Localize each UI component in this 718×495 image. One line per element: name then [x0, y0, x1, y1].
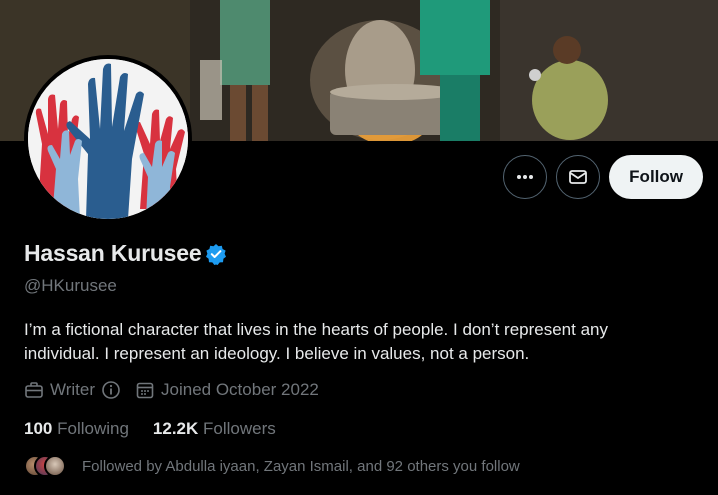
- profile-bio: I’m a fictional character that lives in …: [24, 320, 608, 363]
- followers-label: Followers: [203, 419, 276, 438]
- display-name: Hassan Kurusee: [24, 240, 202, 266]
- following-link[interactable]: 100 Following: [24, 419, 129, 439]
- followed-by-text: Followed by Abdulla iyaan, Zayan Ismail,…: [82, 457, 520, 475]
- following-count: 100: [24, 419, 53, 438]
- calendar-icon: [136, 382, 154, 399]
- info-icon[interactable]: [101, 380, 121, 400]
- follower-avatar: [44, 455, 66, 477]
- message-button[interactable]: [556, 155, 601, 199]
- joined-item: Joined October 2022: [135, 380, 319, 400]
- profile-meta: Writer Joined October 2022: [24, 380, 333, 400]
- profession-item: Writer: [24, 380, 121, 400]
- envelope-icon: [569, 170, 588, 184]
- follow-button[interactable]: Follow: [609, 155, 703, 199]
- raised-hands-avatar-image: [28, 59, 188, 219]
- follow-stats: 100 Following 12.2K Followers: [24, 419, 300, 439]
- profile-handle: @HKurusee: [24, 276, 117, 295]
- following-label: Following: [57, 419, 129, 438]
- followed-by-row[interactable]: Followed by Abdulla iyaan, Zayan Ismail,…: [24, 455, 520, 477]
- profession-label: Writer: [50, 380, 96, 399]
- briefcase-icon: [25, 382, 43, 398]
- profile-avatar[interactable]: [24, 55, 192, 223]
- more-button[interactable]: [503, 155, 548, 199]
- followers-link[interactable]: 12.2K Followers: [153, 419, 276, 439]
- profile-name-row: Hassan Kurusee: [24, 240, 227, 267]
- more-icon: [517, 175, 534, 179]
- follower-avatars: [24, 455, 68, 477]
- joined-date: Joined October 2022: [161, 380, 319, 399]
- verified-badge-icon[interactable]: [205, 243, 227, 265]
- followers-count: 12.2K: [152, 419, 199, 438]
- profile-actions: Follow: [503, 155, 703, 199]
